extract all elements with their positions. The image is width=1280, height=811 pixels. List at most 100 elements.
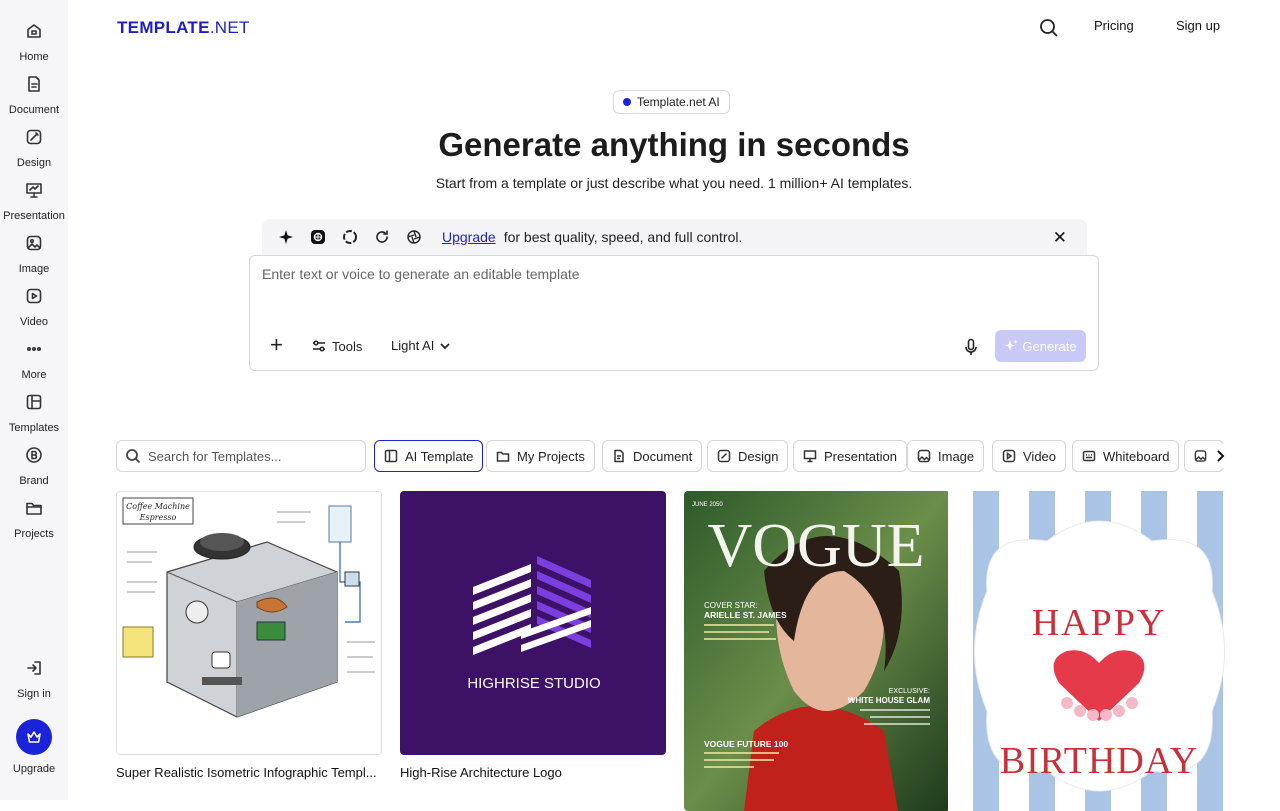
logo-suffix: .NET	[209, 18, 250, 37]
card-thumbnail[interactable]: JUNE 2050 VOGUE COVER STAR: ARIELLE ST. …	[684, 491, 950, 811]
scroll-right-button[interactable]	[1208, 444, 1232, 468]
document-icon	[28, 76, 40, 92]
templates-icon	[26, 394, 42, 410]
tools-label: Tools	[332, 338, 363, 354]
voice-input-button[interactable]	[963, 338, 979, 361]
template-card[interactable]: HIGHRISE STUDIO High-Rise Architecture L…	[400, 491, 666, 780]
card-title[interactable]: Super Realistic Isometric Infographic Te…	[116, 765, 382, 780]
coffee-machine-infographic: Coffee Machine Espresso	[117, 492, 381, 754]
sidebar-item-brand[interactable]: Brand	[0, 446, 68, 487]
template-card[interactable]: Coffee Machine Espresso Super Realistic …	[116, 491, 382, 780]
sidebar-item-upgrade[interactable]: Upgrade	[0, 719, 68, 775]
prompt-input[interactable]	[262, 266, 1082, 282]
chevron-right-icon	[1217, 450, 1225, 462]
site-logo[interactable]: TEMPLATE.NET	[117, 18, 250, 38]
sidebar-item-label: Projects	[14, 528, 54, 540]
issue-date: JUNE 2050	[692, 502, 723, 508]
sidebar-item-video[interactable]: Video	[0, 287, 68, 328]
model-select-label: Light AI	[391, 338, 435, 353]
signup-link[interactable]: Sign up	[1176, 18, 1220, 33]
chip-design[interactable]: Design	[707, 440, 789, 472]
card-thumbnail[interactable]: HAPPY BIRTHDAY	[967, 491, 1233, 811]
chip-my-projects[interactable]: My Projects	[486, 440, 595, 472]
sidebar-item-label: Video	[20, 316, 48, 328]
pricing-link[interactable]: Pricing	[1094, 18, 1134, 33]
chip-label: Design	[738, 448, 779, 464]
card-thumbnail[interactable]: Coffee Machine Espresso	[116, 491, 382, 755]
filter-row: AI Template My Projects Document Design …	[116, 440, 1232, 472]
chip-label: Video	[1023, 448, 1057, 464]
image-icon	[1194, 450, 1207, 462]
sidebar-item-image[interactable]: Image	[0, 234, 68, 275]
chip-document[interactable]: Document	[602, 440, 703, 472]
card-thumbnail[interactable]: HIGHRISE STUDIO	[400, 491, 666, 755]
generate-button[interactable]: Generate	[995, 330, 1086, 362]
more-icon	[26, 347, 42, 352]
sidebar-item-label: Brand	[19, 475, 49, 487]
flux-model-icon[interactable]	[342, 229, 358, 245]
aperture-model-icon[interactable]	[406, 229, 422, 245]
chip-presentation[interactable]: Presentation	[793, 440, 907, 472]
art-line2: BIRTHDAY	[1000, 740, 1199, 782]
cover-star-label: COVER STAR:	[704, 601, 758, 610]
tools-button[interactable]: Tools	[311, 338, 362, 354]
model-select[interactable]: Light AI	[391, 338, 451, 353]
art-text: HIGHRISE STUDIO	[467, 675, 600, 692]
search-icon	[126, 449, 141, 464]
microphone-icon	[965, 338, 977, 355]
birthday-card-art: HAPPY BIRTHDAY	[967, 491, 1232, 811]
chip-label: Whiteboard	[1103, 448, 1170, 464]
chip-image[interactable]: Image	[907, 440, 985, 472]
badge-label: Template.net AI	[637, 95, 720, 109]
sidebar-item-document[interactable]: Document	[0, 75, 68, 116]
ai-badge: Template.net AI	[613, 90, 730, 114]
upgrade-text: for best quality, speed, and full contro…	[503, 229, 743, 245]
future-label: VOGUE FUTURE 100	[704, 739, 788, 749]
chip-video[interactable]: Video	[992, 440, 1067, 472]
search-icon	[1040, 19, 1058, 37]
refresh-model-icon[interactable]	[374, 229, 390, 245]
sidebar-item-more[interactable]: More	[0, 340, 68, 381]
chevron-down-icon	[440, 342, 451, 349]
sidebar-item-templates[interactable]: Templates	[0, 393, 68, 434]
template-card[interactable]: HAPPY BIRTHDAY	[967, 491, 1233, 811]
upgrade-link[interactable]: Upgrade	[442, 229, 496, 245]
image-icon	[917, 449, 931, 463]
close-icon[interactable]: ✕	[1053, 228, 1067, 248]
highrise-logo-art: HIGHRISE STUDIO	[401, 492, 665, 754]
sidebar-item-signin[interactable]: Sign in	[0, 659, 68, 700]
template-icon	[384, 449, 398, 463]
sidebar-item-projects[interactable]: Projects	[0, 499, 68, 540]
chip-ai-template[interactable]: AI Template	[374, 440, 484, 472]
sidebar-item-label: Upgrade	[12, 763, 56, 775]
template-card[interactable]: JUNE 2050 VOGUE COVER STAR: ARIELLE ST. …	[684, 491, 950, 811]
logo-main: TEMPLATE	[117, 18, 210, 37]
video-icon	[26, 288, 42, 304]
sidebar-item-label: Image	[18, 263, 50, 275]
upgrade-badge[interactable]	[16, 719, 52, 755]
folder-icon	[26, 502, 42, 515]
template-search[interactable]	[116, 440, 366, 472]
sidebar-item-label: Document	[8, 104, 60, 116]
sidebar: Home Document Design Presentation Image …	[0, 0, 68, 800]
exclusive-label: EXCLUSIVE:	[889, 688, 930, 695]
add-attachment-button[interactable]: +	[270, 334, 283, 356]
template-search-input[interactable]	[148, 448, 348, 464]
presentation-icon	[803, 450, 817, 463]
openai-model-icon[interactable]	[310, 229, 326, 245]
sparkle-model-icon[interactable]	[278, 229, 294, 245]
sidebar-item-label: Sign in	[17, 688, 51, 700]
folder-icon	[496, 451, 510, 462]
sparkle-icon	[1004, 339, 1019, 351]
cover-star-name: ARIELLE ST. JAMES	[704, 610, 787, 620]
document-icon	[614, 449, 624, 463]
home-icon	[27, 24, 41, 38]
header-search-button[interactable]	[1039, 18, 1059, 38]
sidebar-item-home[interactable]: Home	[0, 22, 68, 63]
sidebar-item-label: Home	[19, 51, 49, 63]
page-subtitle: Start from a template or just describe w…	[435, 175, 913, 191]
art-title: Coffee Machine	[126, 502, 190, 511]
sidebar-item-label: More	[21, 369, 47, 381]
card-title[interactable]: High-Rise Architecture Logo	[400, 765, 666, 780]
chip-whiteboard[interactable]: Whiteboard	[1072, 440, 1180, 472]
